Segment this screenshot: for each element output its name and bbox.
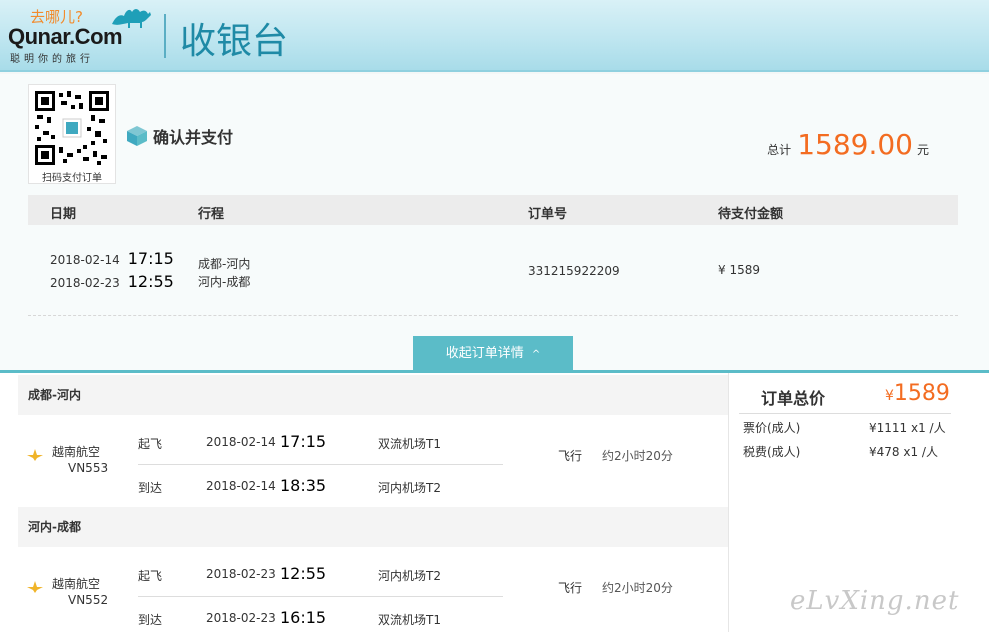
- airline-logo-icon: [27, 449, 43, 461]
- airline-name: 越南航空: [52, 445, 101, 459]
- pending-amount: ¥ 1589: [718, 263, 760, 277]
- fare-label: 票价(成人): [743, 421, 801, 435]
- collapse-details-button[interactable]: 收起订单详情 ^: [413, 336, 573, 372]
- order-table-row: 2018-02-14 17:15 2018-02-23 12:55 成都-河内 河内…: [28, 225, 958, 315]
- package-icon: [127, 126, 147, 146]
- flight-duration: 约2小时20分: [602, 449, 673, 463]
- price-panel-divider: [739, 413, 951, 414]
- total-label: 总计: [767, 143, 792, 157]
- logo-slogan-bottom: 聪明你的旅行: [10, 54, 94, 65]
- arrive-date: 2018-02-14: [206, 479, 276, 493]
- price-panel-title: 订单总价: [761, 389, 826, 408]
- price-total-value: 1589: [893, 381, 950, 406]
- col-order-no: 订单号: [528, 207, 568, 222]
- depart-date: 2018-02-14: [206, 435, 276, 449]
- return-datetime: 2018-02-23 12:55: [50, 272, 174, 291]
- col-amount: 待支付金额: [718, 207, 784, 222]
- price-panel-total: ¥1589: [885, 381, 950, 406]
- fly-label: 飞行: [558, 449, 583, 463]
- depart-airport: 双流机场T1: [378, 437, 441, 451]
- row-divider: [28, 315, 958, 316]
- arrive-date: 2018-02-23: [206, 611, 276, 625]
- depart-airport: 河内机场T2: [378, 569, 441, 583]
- qr-code-box[interactable]: 扫码支付订单: [28, 84, 116, 184]
- page-title: 收银台: [180, 21, 289, 62]
- flight-details: 成都-河内 越南航空 VN553 起飞 2018-02-14 17:15 双流机…: [0, 373, 728, 632]
- arrive-time: 18:35: [280, 476, 327, 495]
- depart-date: 2018-02-23: [206, 567, 276, 581]
- col-date: 日期: [50, 207, 77, 222]
- airline-name: 越南航空: [52, 577, 101, 591]
- order-table-header: 日期 行程 订单号 待支付金额: [28, 195, 958, 225]
- col-route: 行程: [198, 207, 225, 222]
- chevron-up-icon: ^: [531, 349, 541, 360]
- logo-brand: Qunar.Com: [8, 24, 123, 49]
- currency-symbol: ¥: [885, 388, 894, 404]
- arrive-time: 16:15: [280, 608, 327, 627]
- outbound-time: 17:15: [127, 249, 174, 268]
- leg-divider: [138, 464, 503, 465]
- confirm-pay-label: 确认并支付: [153, 128, 234, 147]
- return-date: 2018-02-23: [50, 276, 120, 290]
- route-return: 河内-成都: [198, 275, 251, 289]
- order-total: 总计 1589.00 元: [767, 128, 929, 161]
- site-watermark: eLvXing.net: [790, 586, 960, 616]
- depart-label: 起飞: [138, 437, 163, 451]
- outbound-date: 2018-02-14: [50, 253, 120, 267]
- tax-label: 税费(成人): [743, 445, 801, 459]
- return-time: 12:55: [127, 272, 174, 291]
- flight-number: VN553: [68, 461, 109, 475]
- header-divider: [164, 14, 166, 58]
- arrive-airport: 河内机场T2: [378, 481, 441, 495]
- page-header: 去哪儿? Qunar.Com 聪明你的旅行 收银台: [0, 0, 989, 72]
- depart-label: 起飞: [138, 569, 163, 583]
- segment-title-return: 河内-成都: [18, 507, 728, 547]
- order-summary-card: 扫码支付订单 确认并支付 总计 1589.00 元 日期 行程 订单号 待支付金…: [0, 74, 989, 372]
- arrive-label: 到达: [138, 613, 163, 627]
- depart-time: 12:55: [280, 564, 327, 583]
- total-unit: 元: [916, 143, 929, 157]
- collapse-details-label: 收起订单详情: [445, 346, 524, 361]
- qr-caption: 扫码支付订单: [42, 173, 102, 184]
- flight-segment-return: 越南航空 VN552 起飞 2018-02-23 12:55 河内机场T2 到达…: [18, 547, 728, 632]
- route-outbound: 成都-河内: [198, 257, 251, 271]
- fare-value: ¥1111 x1 /人: [869, 421, 946, 435]
- flight-segment-outbound: 越南航空 VN553 起飞 2018-02-14 17:15 双流机场T1 到达…: [18, 415, 728, 508]
- flight-number: VN552: [68, 593, 109, 607]
- airline-logo-icon: [27, 581, 43, 593]
- outbound-datetime: 2018-02-14 17:15: [50, 249, 174, 268]
- arrive-airport: 双流机场T1: [378, 613, 441, 627]
- total-value: 1589.00: [797, 128, 913, 161]
- confirm-pay-heading: 确认并支付: [126, 124, 233, 148]
- fly-label: 飞行: [558, 581, 583, 595]
- qunar-logo[interactable]: 去哪儿? Qunar.Com 聪明你的旅行: [8, 6, 153, 66]
- depart-time: 17:15: [280, 432, 327, 451]
- segment-title-outbound: 成都-河内: [18, 375, 728, 415]
- order-number: 331215922209: [528, 264, 620, 278]
- leg-divider: [138, 596, 503, 597]
- tax-value: ¥478 x1 /人: [869, 445, 938, 459]
- qr-code-icon: [35, 91, 109, 165]
- flight-duration: 约2小时20分: [602, 581, 673, 595]
- arrive-label: 到达: [138, 481, 163, 495]
